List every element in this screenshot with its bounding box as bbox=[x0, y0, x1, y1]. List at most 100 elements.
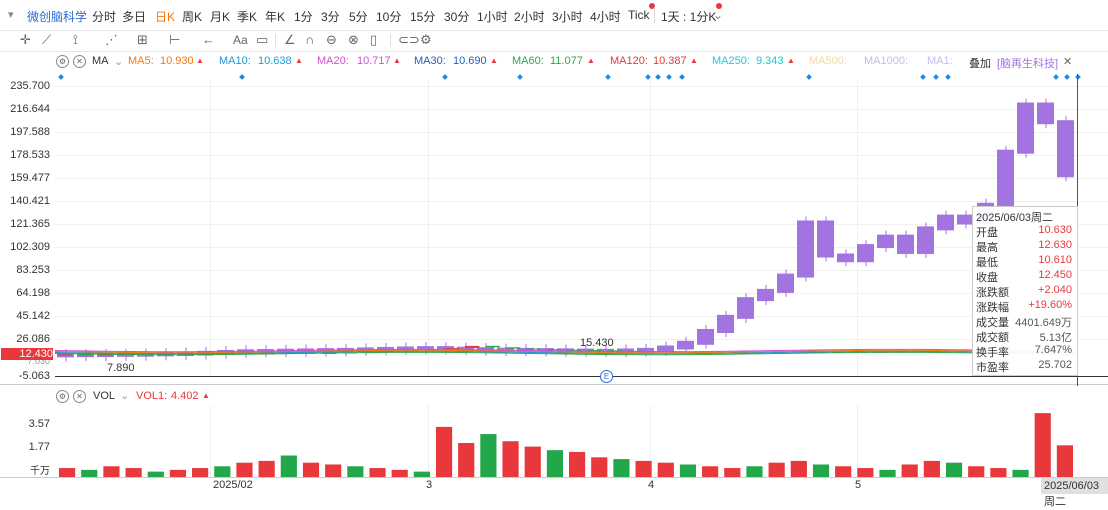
tab-month-k[interactable]: 月K bbox=[210, 8, 230, 25]
trash-icon[interactable]: ▯ bbox=[370, 32, 377, 48]
info-value: +19.60% bbox=[1028, 299, 1072, 311]
price-tick: 140.421 bbox=[10, 195, 50, 207]
pen-icon[interactable]: ⟟ bbox=[73, 32, 78, 48]
tab-week-k[interactable]: 周K bbox=[182, 8, 202, 25]
event-marker[interactable] bbox=[666, 74, 672, 80]
ma-indicator-name[interactable]: MA bbox=[92, 55, 109, 67]
overlay-candle bbox=[737, 297, 754, 319]
event-marker[interactable] bbox=[679, 74, 685, 80]
info-value: 12.630 bbox=[1038, 239, 1072, 251]
divider bbox=[390, 34, 391, 47]
info-key: 市盈率 bbox=[976, 362, 1009, 374]
tab-2h[interactable]: 2小时 bbox=[514, 8, 545, 25]
lock-icon[interactable]: ⊖ bbox=[326, 32, 337, 48]
x-tick: 4 bbox=[648, 479, 655, 491]
volume-chart[interactable] bbox=[55, 405, 1108, 477]
info-value: 10.610 bbox=[1038, 254, 1072, 266]
volume-bar bbox=[458, 443, 475, 477]
overlay-candle bbox=[697, 328, 714, 345]
volume-bar bbox=[125, 468, 142, 477]
ma10-value: 10.638 bbox=[258, 55, 292, 67]
close-circle-icon[interactable]: ✕ bbox=[73, 55, 86, 68]
tab-tick[interactable]: Tick bbox=[628, 8, 650, 22]
event-marker[interactable] bbox=[605, 74, 611, 80]
stock-name[interactable]: 微创脑科学 bbox=[27, 8, 87, 25]
info-key: 成交额 bbox=[976, 332, 1009, 344]
overlay-stock-name[interactable]: [脑再生科技] bbox=[997, 55, 1058, 71]
ma60-value: 11.077 bbox=[550, 55, 583, 67]
event-marker[interactable] bbox=[517, 74, 523, 80]
up-arrow-icon: ▲ bbox=[490, 56, 498, 65]
line-icon[interactable]: ⟋ bbox=[42, 32, 51, 48]
overlay-candle bbox=[877, 234, 894, 249]
tab-1min[interactable]: 1分 bbox=[294, 8, 313, 25]
gear-icon[interactable]: ⚙ bbox=[56, 55, 69, 68]
price-tick: 45.142 bbox=[16, 310, 50, 322]
tab-10min[interactable]: 10分 bbox=[376, 8, 401, 25]
crosshair-icon[interactable]: ✛ bbox=[20, 32, 31, 48]
tab-4h[interactable]: 4小时 bbox=[590, 8, 621, 25]
tab-duori[interactable]: 多日 bbox=[122, 8, 146, 25]
up-arrow-icon: ▲ bbox=[393, 56, 401, 65]
chevron-down-icon[interactable]: ⌄ bbox=[114, 55, 123, 68]
info-value: 5.13亿 bbox=[1039, 332, 1072, 344]
main-candle bbox=[505, 347, 521, 349]
overlay-candle bbox=[897, 234, 914, 254]
chevron-down-icon[interactable]: ⌄ bbox=[120, 389, 129, 402]
info-key: 涨跌额 bbox=[976, 287, 1009, 299]
tab-1h[interactable]: 1小时 bbox=[477, 8, 508, 25]
event-marker[interactable] bbox=[1064, 74, 1070, 80]
volume-bar bbox=[325, 464, 342, 477]
event-marker[interactable] bbox=[933, 74, 939, 80]
event-marker[interactable] bbox=[645, 74, 651, 80]
event-marker[interactable] bbox=[920, 74, 926, 80]
vol-indicator-name[interactable]: VOL bbox=[93, 390, 115, 402]
event-marker[interactable] bbox=[945, 74, 951, 80]
gear-icon[interactable]: ⚙ bbox=[56, 390, 69, 403]
tab-year-k[interactable]: 年K bbox=[265, 8, 285, 25]
eraser-icon[interactable]: ∠ bbox=[284, 32, 296, 48]
event-marker[interactable] bbox=[1053, 74, 1059, 80]
grid-icon[interactable]: ⊞ bbox=[137, 32, 148, 48]
tab-3h[interactable]: 3小时 bbox=[552, 8, 583, 25]
info-date: 2025/06/03周二 bbox=[976, 212, 1054, 224]
price-tick: 64.198 bbox=[16, 287, 50, 299]
text-tool-icon[interactable]: Aa bbox=[233, 32, 248, 48]
close-icon[interactable]: ✕ bbox=[1063, 55, 1072, 68]
event-marker[interactable] bbox=[655, 74, 661, 80]
comment-icon[interactable]: ▭ bbox=[256, 32, 268, 48]
ruler-icon[interactable]: ⊢ bbox=[169, 32, 180, 48]
event-e-icon[interactable]: E bbox=[600, 370, 613, 383]
event-marker[interactable] bbox=[806, 74, 812, 80]
volume-bar bbox=[435, 426, 453, 477]
tab-15min[interactable]: 15分 bbox=[410, 8, 435, 25]
tab-day-k[interactable]: 日K bbox=[155, 8, 175, 25]
polyline-icon[interactable]: ⋰ bbox=[105, 32, 118, 48]
price-chart[interactable] bbox=[55, 80, 1080, 376]
link-icon[interactable]: ⊂⊃ bbox=[398, 32, 420, 48]
close-circle-icon[interactable]: ✕ bbox=[73, 390, 86, 403]
volume-bar bbox=[546, 450, 563, 477]
main-candle bbox=[485, 345, 500, 348]
event-marker[interactable] bbox=[442, 74, 448, 80]
tab-5min[interactable]: 5分 bbox=[349, 8, 368, 25]
tab-3min[interactable]: 3分 bbox=[321, 8, 340, 25]
event-marker[interactable] bbox=[239, 74, 245, 80]
tab-season-k[interactable]: 季K bbox=[237, 8, 257, 25]
tab-custom-period[interactable]: 1天 : 1分K bbox=[661, 8, 716, 25]
arrow-icon[interactable]: ← bbox=[202, 32, 215, 48]
volume-bar bbox=[524, 446, 541, 477]
overlay-candle bbox=[677, 340, 694, 350]
tab-fenshi[interactable]: 分时 bbox=[92, 8, 116, 25]
dropdown-toggle-icon[interactable]: ▾ bbox=[8, 8, 14, 21]
magnet-icon[interactable]: ∩ bbox=[305, 32, 314, 48]
volume-bar bbox=[724, 468, 741, 477]
tab-30min[interactable]: 30分 bbox=[444, 8, 469, 25]
settings-icon[interactable]: ⚙ bbox=[420, 32, 432, 48]
overlay-candle bbox=[937, 214, 954, 231]
chevron-down-icon[interactable]: ⌄ bbox=[713, 8, 723, 22]
vol1-label: VOL1: bbox=[136, 390, 168, 402]
eye-icon[interactable]: ⊗ bbox=[348, 32, 359, 48]
info-key: 最高 bbox=[976, 242, 998, 254]
event-marker[interactable] bbox=[58, 74, 64, 80]
